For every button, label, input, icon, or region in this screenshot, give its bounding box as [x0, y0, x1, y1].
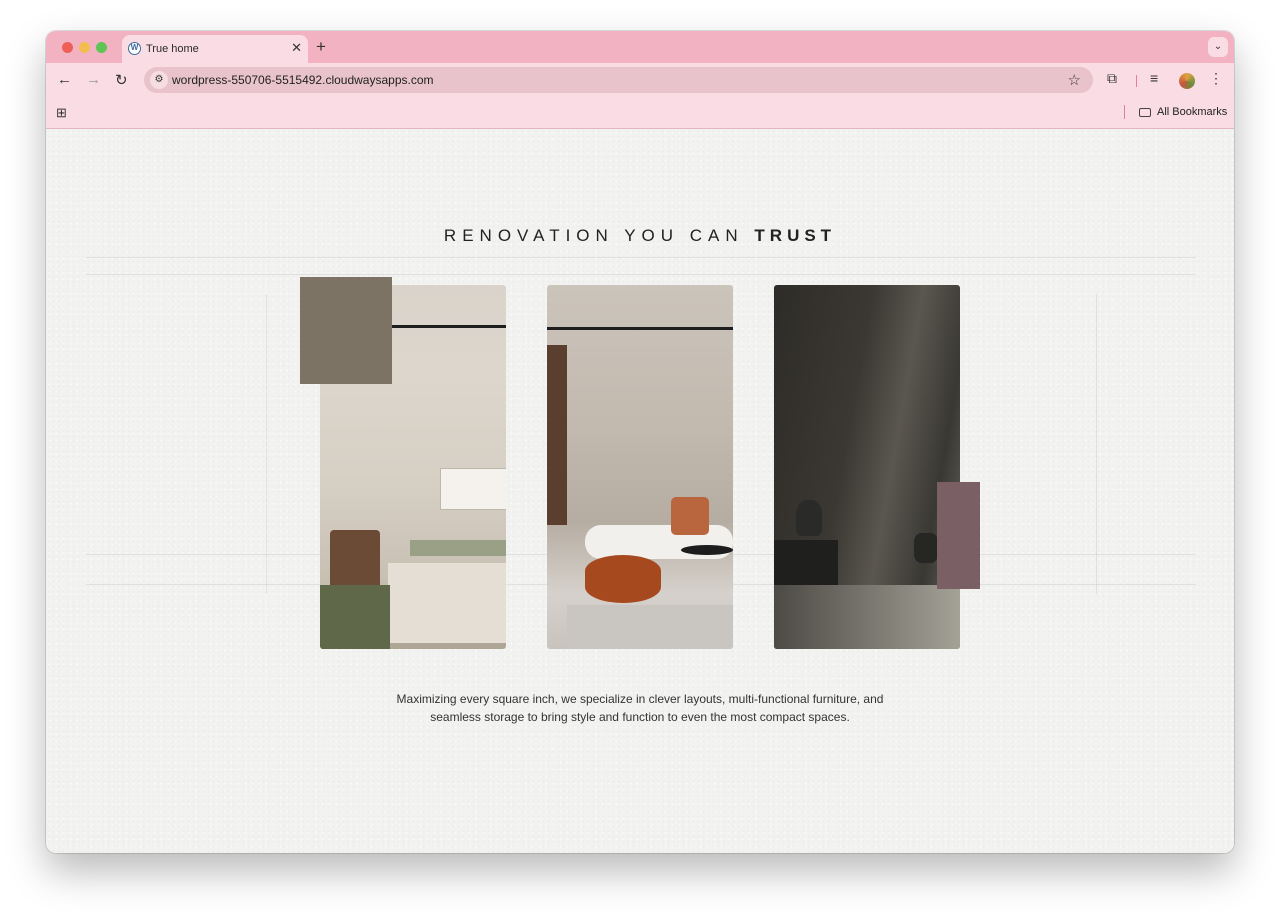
- color-swatch-taupe: [300, 277, 392, 384]
- reload-button[interactable]: ↻: [115, 71, 128, 89]
- sketch-line: [1096, 294, 1097, 594]
- caption-line: Maximizing every square inch, we special…: [396, 692, 884, 706]
- tab-strip: W True home ✕ + ⌄: [46, 31, 1234, 63]
- headline-bold: TRUST: [754, 226, 837, 245]
- menu-icon[interactable]: ⋮: [1209, 70, 1223, 87]
- sofa: [388, 563, 506, 643]
- site-settings-icon[interactable]: ⚙: [150, 71, 168, 89]
- browser-window: W True home ✕ + ⌄ ← → ↻ ⚙ wordpress-5507…: [46, 31, 1234, 853]
- page-title: RENOVATION YOU CAN TRUST: [46, 226, 1234, 246]
- floor: [774, 585, 960, 649]
- bookmarks-bar: ⊞ All Bookmarks: [46, 97, 1234, 129]
- rug: [320, 585, 390, 649]
- framed-art: [440, 468, 506, 510]
- sketch-line: [266, 294, 267, 594]
- profile-avatar[interactable]: [1179, 73, 1195, 89]
- tab-true-home[interactable]: W True home ✕: [122, 35, 308, 63]
- folder-icon: [1139, 108, 1151, 117]
- media-control-icon[interactable]: ≡: [1150, 70, 1158, 86]
- wordpress-icon: W: [128, 42, 141, 55]
- console-shelf: [410, 540, 506, 556]
- new-tab-button[interactable]: +: [316, 37, 326, 57]
- cushion: [671, 497, 709, 535]
- close-window-button[interactable]: [62, 42, 73, 53]
- sketch-line: [86, 257, 1196, 258]
- interior-photo-lounge: [547, 285, 733, 649]
- rug: [567, 605, 733, 649]
- bookmarks-divider: [1124, 105, 1125, 119]
- address-bar[interactable]: ⚙ wordpress-550706-5515492.cloudwaysapps…: [144, 67, 1093, 93]
- close-icon[interactable]: ✕: [291, 40, 302, 56]
- color-swatch-mauve: [937, 482, 980, 589]
- tab-title: True home: [146, 43, 199, 55]
- armchair: [330, 530, 380, 590]
- maximize-window-button[interactable]: [96, 42, 107, 53]
- side-table: [681, 545, 733, 555]
- toolbar: ← → ↻ ⚙ wordpress-550706-5515492.cloudwa…: [46, 63, 1234, 97]
- wood-slat-panel: [547, 345, 567, 525]
- vase: [796, 500, 822, 536]
- headline-plain: RENOVATION YOU CAN: [443, 226, 744, 245]
- ottoman: [585, 555, 661, 603]
- pot: [914, 533, 938, 563]
- minimize-window-button[interactable]: [79, 42, 90, 53]
- ceiling-line: [547, 327, 733, 330]
- back-button[interactable]: ←: [57, 71, 72, 88]
- forward-button[interactable]: →: [86, 71, 101, 88]
- chevron-down-icon[interactable]: ⌄: [1208, 37, 1228, 57]
- all-bookmarks-link[interactable]: All Bookmarks: [1157, 106, 1227, 118]
- apps-grid-icon[interactable]: ⊞: [56, 105, 67, 121]
- extensions-icon[interactable]: ⧉: [1107, 70, 1117, 87]
- page-content: RENOVATION YOU CAN TRUST Maximizing ever…: [46, 129, 1234, 853]
- caption-line: seamless storage to bring style and func…: [430, 710, 850, 724]
- intro-paragraph: Maximizing every square inch, we special…: [46, 690, 1234, 726]
- sketch-line: [86, 274, 1196, 275]
- toolbar-divider: [1136, 75, 1137, 87]
- bookmark-star-icon[interactable]: ☆: [1068, 71, 1081, 89]
- url-text[interactable]: wordpress-550706-5515492.cloudwaysapps.c…: [172, 73, 434, 87]
- interior-photo-vignette: [774, 285, 960, 649]
